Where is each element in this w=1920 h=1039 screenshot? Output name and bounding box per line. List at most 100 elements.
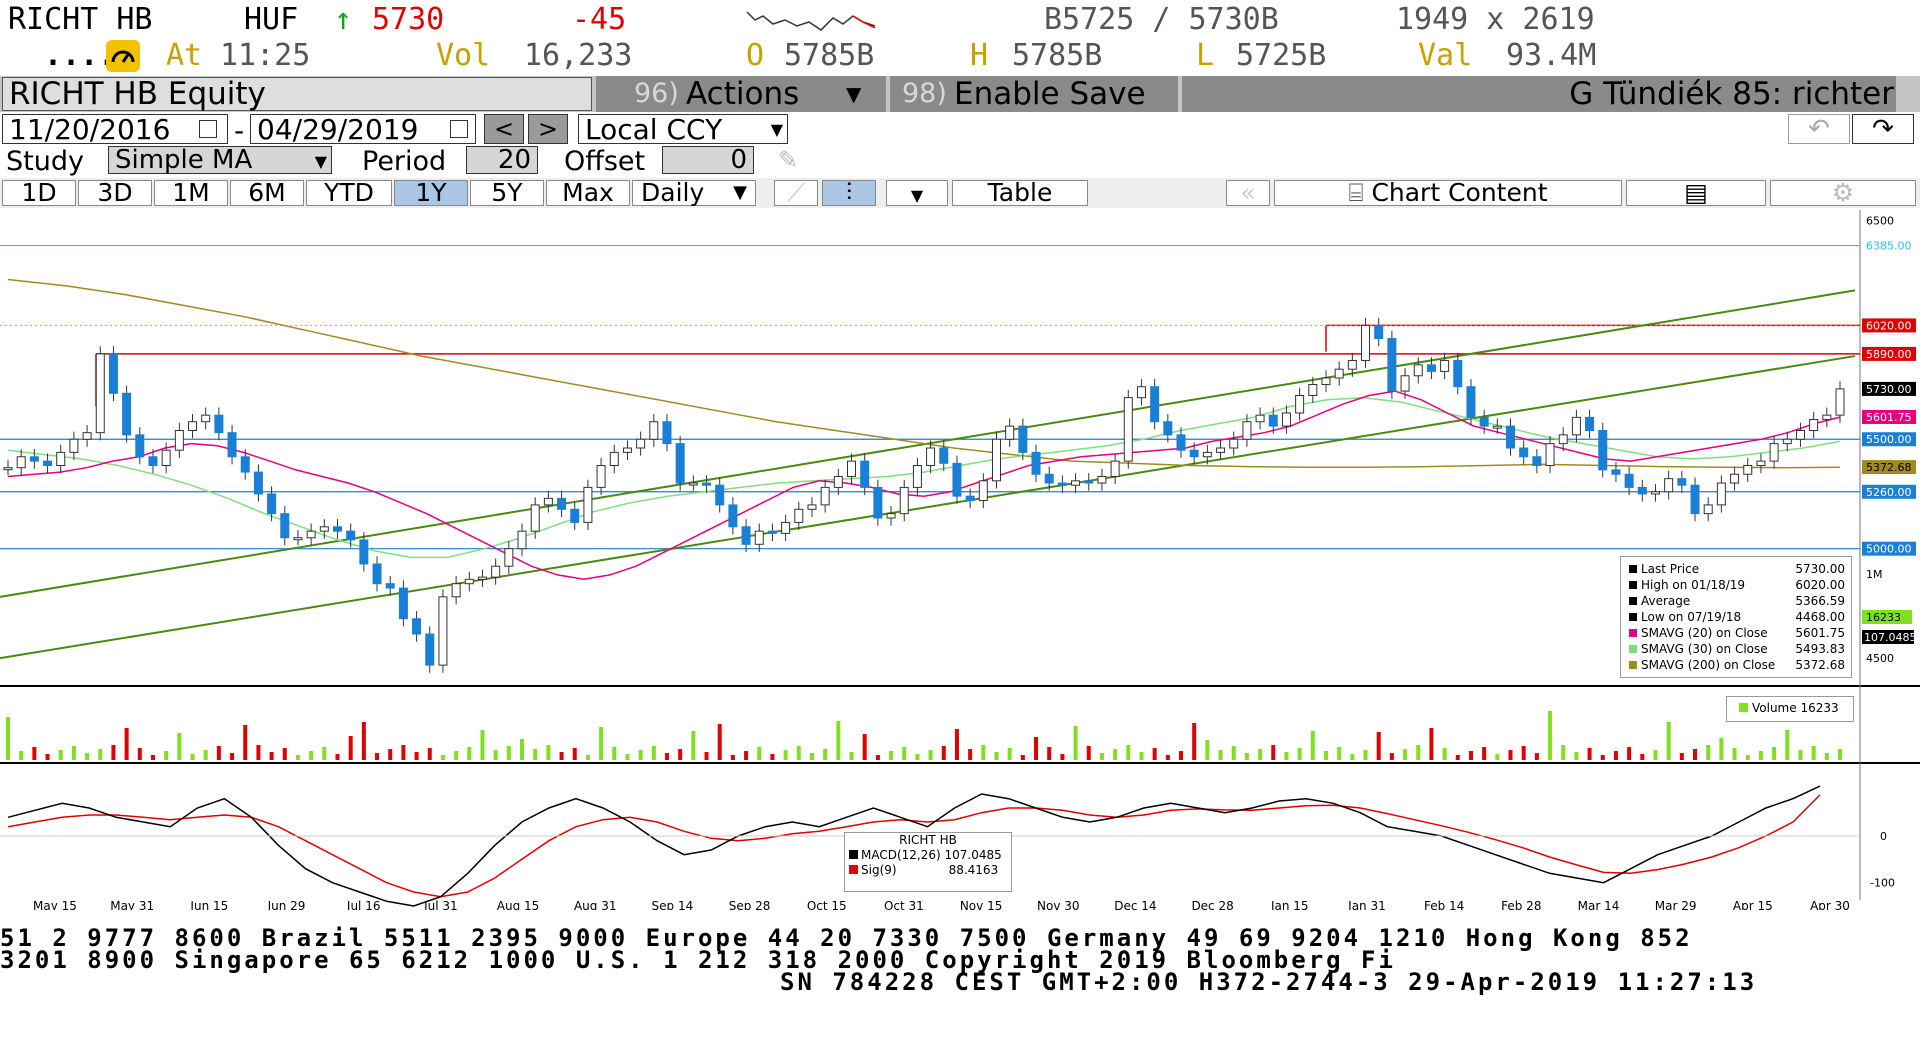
high-price: 5785B [1012, 38, 1103, 73]
candle [570, 508, 580, 523]
candle [596, 465, 606, 488]
volume-bar [1218, 750, 1223, 760]
candle [1176, 434, 1186, 451]
candle [1703, 504, 1713, 515]
volume-bar [849, 752, 854, 760]
x-tick-label: Dec 14 [1114, 899, 1156, 910]
candle [741, 526, 751, 545]
tab-6m[interactable]: 6M [230, 180, 304, 206]
volume-bar [559, 752, 564, 760]
undo-icon[interactable]: ↶ [1788, 114, 1850, 144]
candle [1532, 456, 1542, 467]
candle [794, 508, 804, 523]
price-label: 5372.68 [1866, 461, 1912, 474]
x-tick-label: Apr 30 [1810, 899, 1850, 910]
at-label: At [166, 38, 203, 73]
candle [267, 493, 277, 515]
candle [517, 530, 527, 550]
chart-type-dropdown[interactable]: ▼ [886, 180, 948, 206]
tab-1m[interactable]: 1M [154, 180, 228, 206]
volume-bar [770, 754, 775, 760]
candlestick-icon[interactable]: ⫶ [822, 180, 876, 206]
line-chart-icon[interactable]: ⟋ [774, 180, 818, 206]
signal-swatch [849, 865, 858, 874]
volume-bar [1824, 753, 1829, 760]
volume-bar [717, 724, 722, 760]
candle [1585, 416, 1595, 431]
calendar-icon[interactable] [199, 120, 217, 138]
tab-5y[interactable]: 5Y [470, 180, 544, 206]
candle [1519, 447, 1529, 458]
enable-save-button[interactable]: 98) Enable Save [890, 76, 1178, 112]
open-label: O [746, 38, 765, 73]
legend-row: Last Price 5730.00 [1629, 561, 1845, 577]
tab-1y[interactable]: 1Y [394, 180, 468, 206]
candle [1795, 429, 1805, 440]
candle [1506, 425, 1516, 449]
frequency-select[interactable]: Daily ▼ [632, 180, 756, 206]
legend-row: SMAVG (30) on Close 5493.83 [1629, 641, 1845, 657]
offset-field[interactable]: 0 [662, 146, 754, 174]
date-from-field[interactable]: 11/20/2016 [2, 114, 228, 145]
speedometer-icon[interactable] [106, 40, 140, 72]
candle [346, 530, 356, 541]
volume-bar [1258, 749, 1263, 760]
volume-bar [928, 750, 933, 760]
calendar-icon[interactable] [450, 120, 468, 138]
volume-bar [361, 722, 366, 760]
volume-bar [1389, 753, 1394, 760]
study-select[interactable]: Simple MA ▼ [108, 146, 332, 174]
volume-bar [1139, 752, 1144, 760]
volume-bar [203, 750, 208, 760]
volume-bar [836, 721, 841, 760]
prev-period-button[interactable]: < [484, 114, 524, 144]
candle [1769, 443, 1779, 462]
candle [1163, 421, 1173, 436]
table-button[interactable]: Table [952, 180, 1088, 206]
volume-bar [1706, 745, 1711, 760]
tab-1d[interactable]: 1D [2, 180, 76, 206]
candle [319, 526, 329, 532]
candle [833, 475, 843, 488]
legend-label: Low on 07/19/18 [1629, 609, 1741, 625]
tab-3d[interactable]: 3D [78, 180, 152, 206]
volume-bar [1732, 748, 1737, 760]
gear-icon[interactable]: ⚙ [1770, 180, 1916, 206]
volume-bar [915, 754, 920, 760]
x-tick-label: Oct 31 [884, 899, 924, 910]
collapse-icon[interactable]: « [1226, 180, 1270, 206]
chart-content-button[interactable]: ⌸ Chart Content [1274, 180, 1622, 206]
candle [860, 460, 870, 488]
candle [847, 460, 857, 477]
date-to-field[interactable]: 04/29/2019 [250, 114, 476, 145]
volume-bar [1442, 748, 1447, 760]
candle [1031, 451, 1041, 475]
candle [1756, 460, 1766, 467]
next-period-button[interactable]: > [528, 114, 568, 144]
security-field[interactable]: RICHT HB Equity [2, 77, 592, 111]
macd-legend-title: RICHT HB [899, 833, 957, 847]
x-tick-label: Nov 15 [960, 899, 1003, 910]
candle [1347, 359, 1357, 370]
period-field[interactable]: 20 [466, 146, 538, 174]
candle [978, 480, 988, 502]
study-value: Simple MA [115, 145, 253, 175]
legend-row: SMAVG (200) on Close 5372.68 [1629, 657, 1845, 673]
volume-bar [1416, 745, 1421, 760]
annotate-icon[interactable]: ▤ [1626, 180, 1766, 206]
x-tick-label: Oct 15 [807, 899, 847, 910]
tab-ytd[interactable]: YTD [306, 180, 392, 206]
volume-bar [71, 746, 76, 760]
volume-bar [809, 753, 814, 760]
legend-row: Average 5366.59 [1629, 593, 1845, 609]
volume-bar [1323, 751, 1328, 760]
legend-label: SMAVG (200) on Close [1629, 657, 1775, 673]
tab-max[interactable]: Max [546, 180, 630, 206]
actions-menu[interactable]: 96) Actions ▼ [596, 76, 886, 112]
pencil-icon[interactable]: ✎ [778, 146, 798, 174]
candle [1466, 386, 1476, 418]
currency-select[interactable]: Local CCY ▼ [578, 114, 788, 145]
volume-bar [1468, 751, 1473, 760]
redo-icon[interactable]: ↷ [1852, 114, 1914, 144]
candle [1202, 451, 1212, 458]
